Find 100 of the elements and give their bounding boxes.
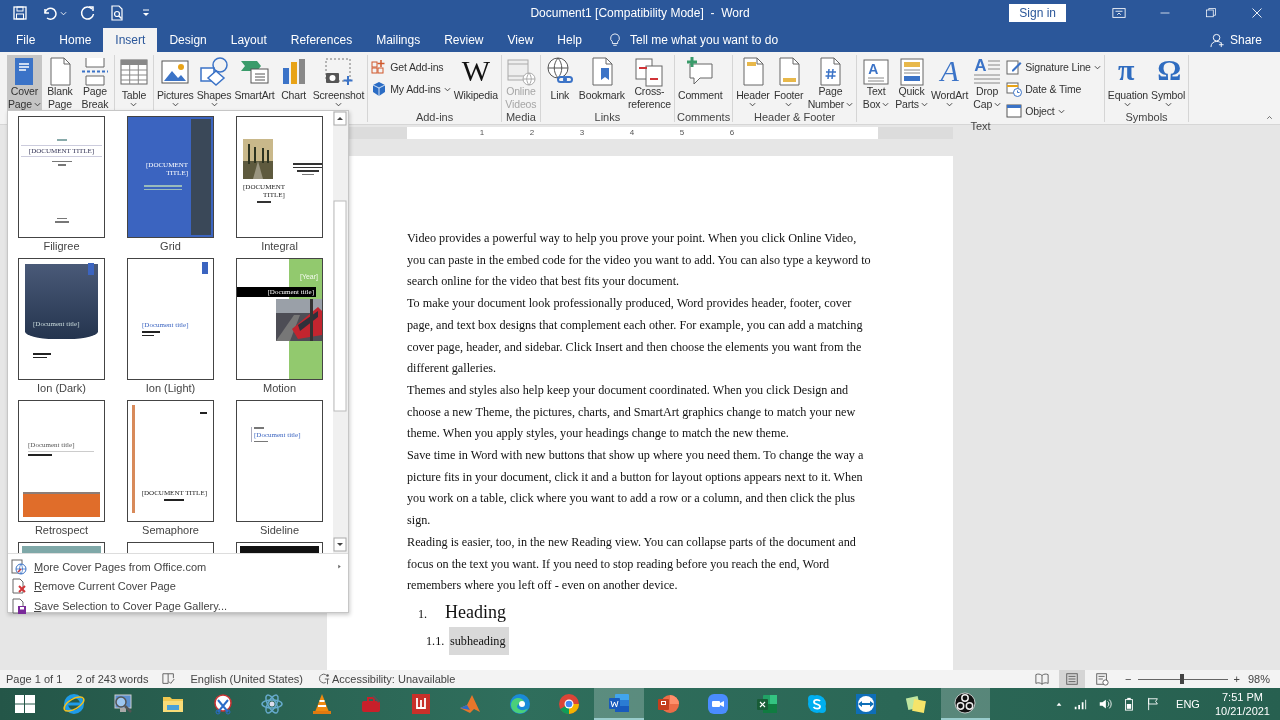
ribbon-tab[interactable]: File (4, 28, 48, 52)
online-videos-icon (504, 56, 537, 84)
scrollbar[interactable] (333, 111, 348, 553)
ribbon-tab[interactable]: Home (47, 28, 104, 52)
ruler-number: 3 (578, 127, 586, 139)
ribbon-tab[interactable]: Help (545, 28, 594, 52)
ribbon-tab[interactable]: References (278, 28, 365, 52)
signal-icon[interactable] (1072, 697, 1089, 711)
ribbon-tab[interactable]: View (495, 28, 546, 52)
comment-button[interactable]: Comment (676, 55, 724, 111)
object-icon (1006, 103, 1023, 119)
placeholder-line (56, 217, 67, 219)
subheading: subheading (449, 626, 509, 655)
link-button[interactable]: Link (542, 55, 577, 111)
placeholder-line (254, 440, 268, 442)
quick-parts-button[interactable]: Quick Parts (894, 55, 929, 111)
clock[interactable]: 7:51 PM 10/21/2021 (1214, 690, 1270, 718)
chart-button[interactable]: Chart (276, 55, 311, 111)
print-preview-icon[interactable] (109, 5, 125, 21)
paragraph: Reading is easier, too, in the new Reading view. You can collapse parts of the document and focus on the text you want. If you need to stop reading before you reach the end, Word remembers where you left off - even on another device. (407, 533, 857, 595)
accessibility-status[interactable]: Accessibility: Unavailable (331, 673, 456, 685)
placeholder-line (254, 427, 264, 429)
equation-button[interactable]: π Equation (1106, 55, 1150, 111)
thumbnail-label: Motion (262, 381, 297, 396)
page-count: Page 1 of 1 (6, 673, 63, 685)
share-button[interactable]: Share (1209, 28, 1262, 52)
ruler-number: 1 (478, 127, 486, 139)
header-button[interactable]: Header (735, 55, 771, 111)
remove-page-icon (11, 578, 27, 595)
collapse-ribbon-icon[interactable] (1265, 115, 1274, 121)
repeat-icon[interactable] (80, 5, 96, 21)
placeholder-line (256, 201, 271, 203)
bookmark-button[interactable]: Bookmark (577, 55, 626, 111)
page-break-button[interactable]: Page Break (77, 55, 112, 111)
signature-line-button[interactable]: Signature Line (1005, 58, 1102, 76)
drop-cap-button[interactable]: A Drop Cap (970, 55, 1005, 111)
ribbon-tab[interactable]: Layout (218, 28, 279, 52)
signature-line-icon (1006, 59, 1023, 75)
equation-icon: π (1111, 56, 1144, 88)
blank-page-button[interactable]: Blank Page (42, 55, 77, 111)
print-view-icon (1065, 672, 1080, 686)
wordart-button[interactable]: A WordArt (929, 55, 970, 111)
placeholder-line (28, 454, 52, 456)
word-icon (606, 691, 631, 715)
proofing-icon[interactable] (162, 672, 177, 686)
object-button[interactable]: Object (1005, 102, 1102, 120)
swirl-icon (507, 692, 532, 716)
restore-icon[interactable] (1205, 7, 1217, 19)
powerpoint-icon (656, 692, 681, 716)
date-time-button[interactable]: Date & Time (1005, 80, 1102, 98)
my-addins-button[interactable]: My Add-ins (370, 80, 452, 98)
person-icon (1209, 32, 1225, 48)
zoom-level[interactable]: 98% (1247, 673, 1270, 685)
group-label: Header & Footer (752, 111, 837, 123)
footer-button[interactable]: Footer (771, 55, 806, 111)
sign-in-button[interactable]: Sign in (1009, 4, 1066, 22)
cover-page-button[interactable]: Cover Page (7, 55, 42, 111)
shapes-button[interactable]: Shapes (195, 55, 233, 111)
shapes-icon (198, 56, 231, 88)
zoom-in-button[interactable]: + (1233, 673, 1240, 685)
browser-icon (62, 692, 87, 716)
cross-reference-button[interactable]: Cross- reference (626, 55, 672, 111)
ribbon-tab[interactable]: Insert (103, 28, 158, 52)
group-label: Media (504, 111, 537, 123)
screenshot-button[interactable]: Screenshot (311, 55, 366, 111)
get-addins-button[interactable]: Get Add-ins (370, 58, 452, 76)
group-label: Text (969, 120, 992, 132)
globe-page-icon (11, 558, 27, 575)
tell-me-search[interactable]: Tell me what you want to do (630, 33, 779, 47)
taskbar-button[interactable] (940, 688, 990, 720)
close-icon[interactable] (1251, 7, 1263, 19)
symbol-button[interactable]: Ω Symbol (1150, 55, 1187, 111)
menu-item[interactable]: Save Selection to Cover Page Gallery... (8, 596, 348, 616)
save-icon[interactable] (12, 5, 28, 21)
ribbon-tab[interactable]: Review (432, 28, 496, 52)
ribbon-tab[interactable]: Design (157, 28, 219, 52)
menu-item[interactable]: More Cover Pages from Office.com (8, 557, 348, 577)
ribbon-display-icon[interactable] (1112, 6, 1126, 20)
volume-icon[interactable] (1097, 697, 1114, 711)
menu-item[interactable]: Remove Current Cover Page (8, 576, 348, 596)
input-language[interactable]: ENG (1176, 698, 1200, 710)
wikipedia-button[interactable]: W Wikipedia (452, 55, 499, 111)
pictures-button[interactable]: Pictures (155, 55, 195, 111)
print-view-button[interactable] (1059, 670, 1086, 688)
atom-icon (260, 692, 285, 716)
language[interactable]: English (United States) (190, 673, 303, 685)
page-number-button[interactable]: Page Number (806, 55, 855, 111)
undo-icon[interactable] (41, 5, 57, 21)
ribbon-tab[interactable]: Mailings (364, 28, 433, 52)
smartart-button[interactable]: SmartArt (233, 55, 276, 111)
zoom-out-button[interactable]: − (1125, 673, 1132, 685)
show-hidden-icons[interactable] (1055, 701, 1064, 707)
word-count[interactable]: 2 of 243 words (76, 673, 149, 685)
text-box-button[interactable]: A Text Box (859, 55, 894, 111)
thumbnail-label: Retrospect (33, 523, 90, 538)
accessibility-icon[interactable] (316, 672, 331, 686)
thumbnail-label: Filigree (42, 239, 81, 254)
cross-reference-icon (633, 56, 666, 84)
heading: Heading (445, 600, 506, 624)
table-button[interactable]: Table (116, 55, 151, 111)
